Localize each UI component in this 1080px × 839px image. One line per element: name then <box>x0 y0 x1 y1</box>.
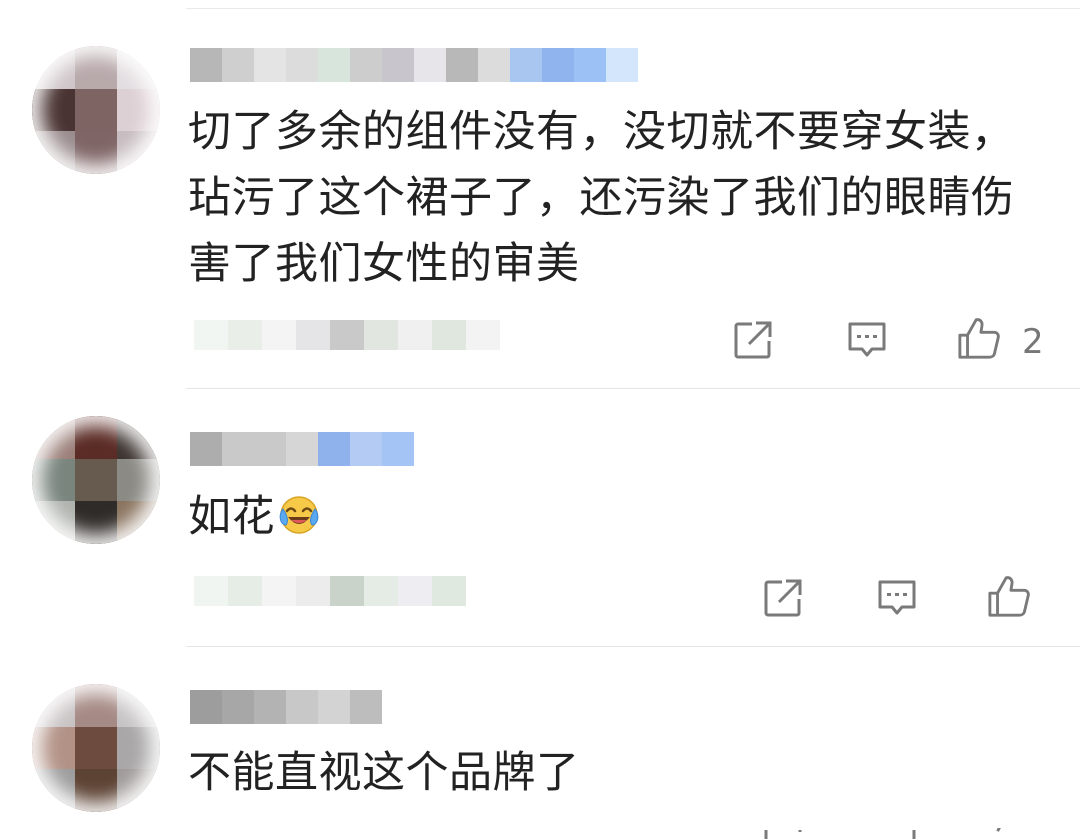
mosaic-block <box>432 576 466 606</box>
mosaic-block <box>228 320 262 350</box>
comment-divider <box>186 388 1080 389</box>
comment-icon <box>848 322 886 357</box>
mosaic-block <box>296 576 330 606</box>
mosaic-block <box>228 576 262 606</box>
mosaic-block <box>296 320 330 350</box>
share-button[interactable] <box>761 576 805 620</box>
crying-laughing-emoji-icon <box>279 496 319 534</box>
comment-item: 如花 <box>0 390 1080 648</box>
avatar-edge <box>32 416 160 544</box>
share-icon <box>734 321 772 359</box>
mosaic-block <box>330 576 364 606</box>
mosaic-block <box>254 432 286 466</box>
like-count: 2 <box>1022 322 1044 362</box>
reply-button[interactable] <box>875 830 919 839</box>
comment-text: 不能直视这个品牌了 <box>188 748 580 798</box>
mosaic-block <box>350 48 382 82</box>
mosaic-block <box>364 576 398 606</box>
mosaic-block <box>382 432 414 466</box>
mosaic-block <box>194 576 228 606</box>
comment-text: 切了多余的组件没有，没切就不要穿女装，玷污了这个裙子了，还污染了我们的眼睛伤害了… <box>188 107 1015 289</box>
comment-icon <box>912 830 916 839</box>
like-button[interactable] <box>987 828 1031 839</box>
mosaic-block <box>318 432 350 466</box>
mosaic-block <box>382 48 414 82</box>
mosaic-block <box>222 432 254 466</box>
comment-divider <box>186 646 1080 647</box>
avatar-edge <box>32 46 160 174</box>
comment-text-content: 如花 <box>188 492 275 542</box>
mosaic-block <box>446 48 478 82</box>
comment-item: 切了多余的组件没有，没切就不要穿女装，玷污了这个裙子了，还污染了我们的眼睛伤害了… <box>0 0 1080 390</box>
avatar[interactable] <box>32 416 160 544</box>
mosaic-block <box>286 48 318 82</box>
mosaic-block <box>190 48 222 82</box>
mosaic-block <box>190 432 222 466</box>
reply-button[interactable] <box>845 318 889 362</box>
mosaic-block <box>414 48 446 82</box>
share-icon <box>764 579 802 617</box>
avatar[interactable] <box>32 684 160 812</box>
mosaic-block <box>606 48 638 82</box>
avatar-edge <box>32 684 160 812</box>
mosaic-block <box>254 690 286 724</box>
avatar[interactable] <box>32 46 160 174</box>
share-button[interactable] <box>761 830 805 839</box>
mosaic-block <box>190 690 222 724</box>
share-button[interactable] <box>731 318 775 362</box>
thumbs-up-icon <box>996 828 1001 832</box>
mosaic-block <box>350 690 382 724</box>
like-button[interactable] <box>987 574 1031 618</box>
mosaic-block <box>286 432 318 466</box>
mosaic-block <box>262 320 296 350</box>
mosaic-block <box>222 48 254 82</box>
thumbs-up-icon <box>988 576 1030 617</box>
mosaic-block <box>222 690 254 724</box>
mosaic-block <box>398 576 432 606</box>
mosaic-block <box>478 48 510 82</box>
mosaic-block <box>432 320 466 350</box>
mosaic-block <box>262 576 296 606</box>
mosaic-block <box>254 48 286 82</box>
mosaic-block <box>466 320 500 350</box>
mosaic-block <box>286 690 318 724</box>
mosaic-block <box>510 48 542 82</box>
mosaic-block <box>398 320 432 350</box>
comment-text: 如花 <box>188 484 1052 550</box>
mosaic-block <box>364 320 398 350</box>
mosaic-block <box>574 48 606 82</box>
reply-button[interactable] <box>875 576 919 620</box>
mosaic-block <box>194 320 228 350</box>
comment-icon <box>878 580 916 615</box>
comment-item: 不能直视这个品牌了 <box>0 648 1080 839</box>
mosaic-block <box>350 432 382 466</box>
share-icon <box>764 830 802 839</box>
thumbs-up-icon <box>958 318 1000 359</box>
mosaic-block <box>330 320 364 350</box>
mosaic-block <box>318 690 350 724</box>
mosaic-block <box>318 48 350 82</box>
like-button[interactable] <box>957 316 1001 360</box>
mosaic-block <box>542 48 574 82</box>
